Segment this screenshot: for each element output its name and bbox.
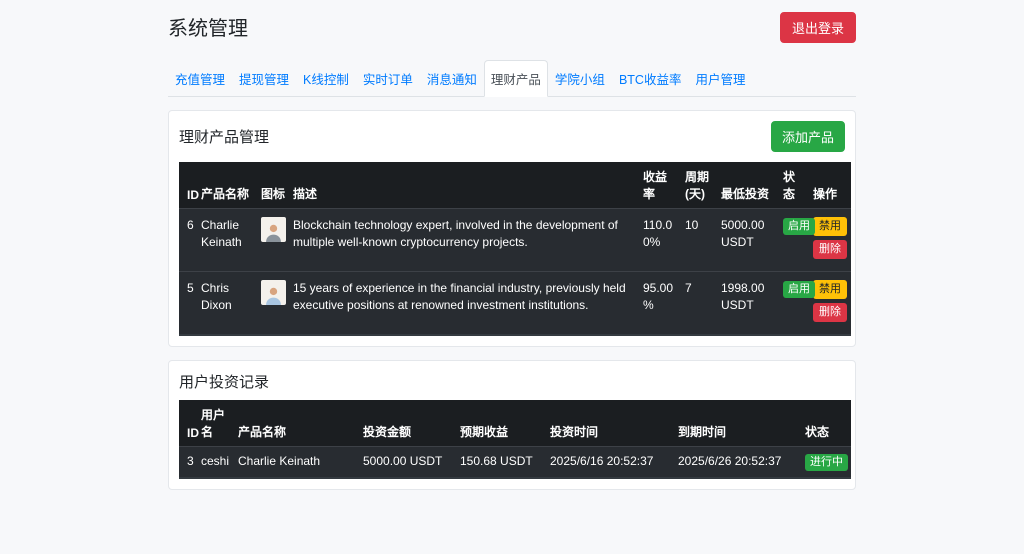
product-avatar <box>261 280 286 305</box>
tab-notices: 消息通知 <box>420 60 484 97</box>
investment-product: Charlie Keinath <box>236 447 361 479</box>
investments-table: ID 用户名 产品名称 投资金额 预期收益 投资时间 到期时间 状态 3 ces… <box>179 400 851 479</box>
tab-users: 用户管理 <box>688 60 752 97</box>
product-period: 7 <box>683 272 719 336</box>
investment-amount: 5000.00 USDT <box>361 447 458 479</box>
product-id: 5 <box>179 272 199 336</box>
nav-tabs: 充值管理 提现管理 K线控制 实时订单 消息通知 理财产品 学院小组 BTC收益… <box>168 60 856 97</box>
investment-status-cell: 进行中 <box>803 447 851 479</box>
product-icon-cell <box>259 272 291 336</box>
col-period: 周期(天) <box>683 162 719 209</box>
tab-recharge: 充值管理 <box>168 60 232 97</box>
investments-table-body: 3 ceshi Charlie Keinath 5000.00 USDT 150… <box>179 447 851 479</box>
col-description: 描述 <box>291 162 641 209</box>
col-expected-return: 预期收益 <box>458 400 548 447</box>
col-product-name: 产品名称 <box>236 400 361 447</box>
tab-academy-link[interactable]: 学院小组 <box>548 60 612 97</box>
table-row: 5 Chris Dixon 15 years of experience in … <box>179 272 851 336</box>
col-id: ID <box>179 162 199 209</box>
product-status-cell: 启用 <box>781 209 811 272</box>
investment-invest-time: 2025/6/16 20:52:37 <box>548 447 676 479</box>
investments-card-title: 用户投资记录 <box>179 371 269 392</box>
col-rate: 收益率 <box>641 162 683 209</box>
disable-button[interactable]: 禁用 <box>813 280 847 299</box>
col-invest-time: 投资时间 <box>548 400 676 447</box>
products-table: ID 产品名称 图标 描述 收益率 周期(天) 最低投资 状态 操作 6 Cha… <box>179 162 851 336</box>
tab-orders: 实时订单 <box>356 60 420 97</box>
tab-btc-yield-link[interactable]: BTC收益率 <box>612 60 689 97</box>
product-icon-cell <box>259 209 291 272</box>
main-container: 系统管理 退出登录 充值管理 提现管理 K线控制 实时订单 消息通知 理财产品 … <box>168 0 856 490</box>
table-row: 6 Charlie Keinath Blockchain technology … <box>179 209 851 272</box>
products-table-body: 6 Charlie Keinath Blockchain technology … <box>179 209 851 336</box>
col-actions: 操作 <box>811 162 851 209</box>
products-card-header: 理财产品管理 添加产品 <box>179 121 845 152</box>
product-rate: 95.00% <box>641 272 683 336</box>
investments-table-head: ID 用户名 产品名称 投资金额 预期收益 投资时间 到期时间 状态 <box>179 400 851 447</box>
add-product-button[interactable]: 添加产品 <box>771 121 845 152</box>
product-actions-cell: 禁用 删除 <box>811 272 851 336</box>
investments-card: 用户投资记录 ID 用户名 产品名称 投资金额 预期收益 投资时间 到期时间 状… <box>168 360 856 490</box>
col-status: 状态 <box>781 162 811 209</box>
tab-orders-link[interactable]: 实时订单 <box>356 60 420 97</box>
tab-kline-link[interactable]: K线控制 <box>296 60 356 97</box>
col-product-name: 产品名称 <box>199 162 259 209</box>
product-description: Blockchain technology expert, involved i… <box>291 209 641 272</box>
col-expire-time: 到期时间 <box>676 400 803 447</box>
products-table-head: ID 产品名称 图标 描述 收益率 周期(天) 最低投资 状态 操作 <box>179 162 851 209</box>
page-header: 系统管理 退出登录 <box>168 12 856 43</box>
product-name: Charlie Keinath <box>199 209 259 272</box>
delete-button[interactable]: 删除 <box>813 303 847 322</box>
status-badge: 启用 <box>783 218 815 235</box>
col-id: ID <box>179 400 199 447</box>
person-icon <box>263 284 284 305</box>
product-id: 6 <box>179 209 199 272</box>
page-title: 系统管理 <box>168 12 248 41</box>
tab-academy: 学院小组 <box>548 60 612 97</box>
tab-btc-yield: BTC收益率 <box>612 60 689 97</box>
col-amount: 投资金额 <box>361 400 458 447</box>
col-username: 用户名 <box>199 400 236 447</box>
product-status-cell: 启用 <box>781 272 811 336</box>
investment-expected: 150.68 USDT <box>458 447 548 479</box>
investments-card-header: 用户投资记录 <box>179 371 845 392</box>
table-row: 3 ceshi Charlie Keinath 5000.00 USDT 150… <box>179 447 851 479</box>
tab-financial-products: 理财产品 <box>484 60 548 97</box>
tab-financial-products-link[interactable]: 理财产品 <box>484 60 548 97</box>
tab-users-link[interactable]: 用户管理 <box>688 60 752 97</box>
delete-button[interactable]: 删除 <box>813 240 847 259</box>
status-badge: 启用 <box>783 281 815 298</box>
investment-expire-time: 2025/6/26 20:52:37 <box>676 447 803 479</box>
product-avatar <box>261 217 286 242</box>
status-badge: 进行中 <box>805 454 848 471</box>
disable-button[interactable]: 禁用 <box>813 217 847 236</box>
product-min-invest: 5000.00 USDT <box>719 209 781 272</box>
tab-withdraw: 提现管理 <box>232 60 296 97</box>
product-rate: 110.00% <box>641 209 683 272</box>
col-min-invest: 最低投资 <box>719 162 781 209</box>
product-min-invest: 1998.00 USDT <box>719 272 781 336</box>
investment-username: ceshi <box>199 447 236 479</box>
tab-kline: K线控制 <box>296 60 356 97</box>
product-actions-cell: 禁用 删除 <box>811 209 851 272</box>
product-description: 15 years of experience in the financial … <box>291 272 641 336</box>
tab-withdraw-link[interactable]: 提现管理 <box>232 60 296 97</box>
product-period: 10 <box>683 209 719 272</box>
tab-recharge-link[interactable]: 充值管理 <box>168 60 232 97</box>
products-card: 理财产品管理 添加产品 ID 产品名称 图标 描述 收益率 周期(天) 最低投资… <box>168 110 856 347</box>
col-status: 状态 <box>803 400 851 447</box>
logout-button[interactable]: 退出登录 <box>780 12 856 43</box>
product-name: Chris Dixon <box>199 272 259 336</box>
person-icon <box>263 221 284 242</box>
col-icon: 图标 <box>259 162 291 209</box>
investment-id: 3 <box>179 447 199 479</box>
tab-notices-link[interactable]: 消息通知 <box>420 60 484 97</box>
products-card-title: 理财产品管理 <box>179 126 269 147</box>
